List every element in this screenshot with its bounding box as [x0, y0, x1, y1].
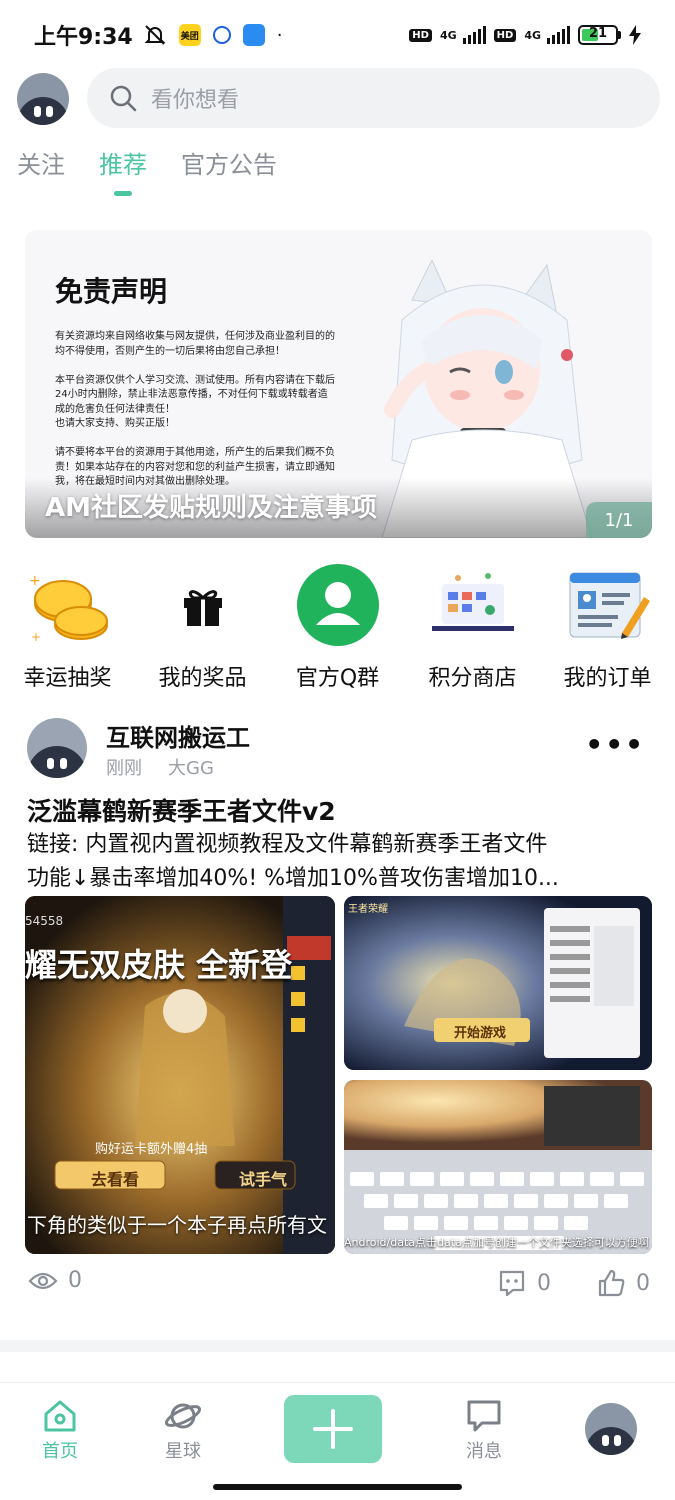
- image-gift-text: 购好运卡额外赠4抽: [95, 1142, 208, 1157]
- more-notifications-dot: ·: [276, 24, 283, 46]
- keyboard-screenshot-art: [344, 1080, 652, 1254]
- nav-label: 消息: [466, 1441, 502, 1462]
- post-time: 刚刚: [106, 758, 142, 779]
- thumbs-up-icon: [598, 1269, 625, 1297]
- nav-label: 星球: [165, 1441, 201, 1462]
- charging-icon: [629, 25, 641, 45]
- post-image-1[interactable]: 54558 耀无双皮肤 全新登 购好运卡额外赠4抽 去看看 试手气 下角的类似于…: [25, 896, 335, 1254]
- bell-muted-icon: [144, 25, 166, 45]
- planet-icon: [164, 1403, 202, 1429]
- signal-icon-2: [547, 26, 570, 44]
- app-notification-icon: [212, 26, 231, 44]
- image-caption: Android/data点击data点加号创建一个文件夹选择可以方便啊: [344, 1236, 649, 1249]
- quick-my-prizes[interactable]: 我的奖品: [135, 560, 270, 692]
- image-button-try: 试手气: [239, 1170, 288, 1189]
- post-meta: 刚刚 大GG: [106, 754, 214, 780]
- message-icon: [467, 1400, 501, 1432]
- views-stat: 0: [28, 1268, 82, 1293]
- plus-icon: [313, 1409, 353, 1449]
- tab-announcements[interactable]: 官方公告: [181, 145, 277, 192]
- search-icon: [110, 85, 137, 112]
- image-caption: 下角的类似于一个本子再点所有文: [27, 1213, 327, 1237]
- quick-label: 我的订单: [563, 666, 652, 691]
- start-game-button: 开始游戏: [454, 1026, 507, 1041]
- author-avatar[interactable]: [27, 718, 87, 778]
- quick-label: 我的奖品: [158, 666, 247, 691]
- quick-label: 幸运抽奖: [23, 666, 112, 691]
- post-title[interactable]: 泛滥幕鹤新赛季王者文件v2: [27, 792, 336, 828]
- disclaimer-body: 有关资源均来自网络收集与网友提供，任何涉及商业盈利目的的均不得使用，否则产生的一…: [55, 331, 335, 487]
- disclaimer-title: 免责声明: [55, 275, 168, 308]
- game-title: 王者荣耀: [348, 904, 388, 915]
- meituan-app-icon: 美团: [178, 24, 201, 46]
- quick-official-group[interactable]: 官方Q群: [270, 560, 405, 692]
- quick-lucky-draw[interactable]: + + 幸运抽奖: [0, 560, 135, 692]
- nav-home[interactable]: 首页: [20, 1399, 100, 1463]
- comments-count: 0: [537, 1270, 551, 1296]
- likes-count: 0: [636, 1270, 650, 1296]
- header: 看你想看: [0, 68, 675, 130]
- feed-divider: [0, 1340, 675, 1352]
- feed-tabs: 关注 推荐 官方公告: [17, 145, 277, 196]
- comment-icon: [499, 1270, 525, 1297]
- store-icon: [428, 560, 518, 650]
- nav-profile-avatar[interactable]: [585, 1403, 637, 1455]
- svg-text:+: +: [31, 630, 41, 644]
- post-body[interactable]: 链接: 内置视内置视频教程及文件幕鹤新赛季王者文件 功能↓暴击率增加40%! %…: [27, 828, 647, 896]
- post-image-2[interactable]: 王者荣耀 开始游戏: [344, 896, 652, 1070]
- quick-label: 积分商店: [428, 666, 517, 691]
- banner-caption: AM社区发贴规则及注意事项: [45, 493, 377, 523]
- image-banner-text: 耀无双皮肤 全新登: [25, 946, 293, 984]
- post-body-line: 功能↓暴击率增加40%! %增加10%普攻伤害增加10...: [27, 866, 559, 891]
- post-image-3[interactable]: Android/data点击data点加号创建一个文件夹选择可以方便啊: [344, 1080, 652, 1254]
- hd-badge-2: HD: [493, 28, 517, 42]
- banner-pager: 1/1: [586, 502, 652, 538]
- svg-text:+: +: [29, 573, 41, 589]
- home-icon: [44, 1400, 76, 1432]
- like-button[interactable]: 0: [596, 1268, 650, 1298]
- search-bar[interactable]: 看你想看: [87, 68, 660, 128]
- image-button-go: 去看看: [91, 1170, 140, 1189]
- quick-my-orders[interactable]: 我的订单: [540, 560, 675, 692]
- tab-follow[interactable]: 关注: [17, 145, 65, 192]
- comment-button[interactable]: 0: [497, 1268, 551, 1298]
- order-icon: [563, 560, 653, 650]
- nav-label: 首页: [42, 1441, 78, 1462]
- search-placeholder: 看你想看: [151, 88, 240, 113]
- app-notification-icon-2: [242, 24, 265, 46]
- nav-planet[interactable]: 星球: [143, 1399, 223, 1463]
- quick-points-store[interactable]: 积分商店: [405, 560, 540, 692]
- post-body-line: 链接: 内置视内置视频教程及文件幕鹤新赛季王者文件: [27, 832, 548, 857]
- gift-icon: [158, 560, 248, 650]
- eye-icon: [28, 1272, 58, 1289]
- network-type-2: 4G: [524, 28, 541, 42]
- more-options-icon[interactable]: •••: [585, 728, 645, 761]
- bottom-nav: 首页 星球 消息: [0, 1382, 675, 1500]
- create-post-button[interactable]: [284, 1395, 382, 1463]
- status-bar: 上午9:34 美团 · HD 4G HD 4G 21: [0, 0, 675, 70]
- post-stats: 0 0 0: [0, 1268, 675, 1308]
- group-user-icon: [293, 560, 383, 650]
- banner-carousel[interactable]: 免责声明 有关资源均来自网络收集与网友提供，任何涉及商业盈利目的的均不得使用，否…: [25, 230, 652, 538]
- score-value: 54558: [25, 914, 64, 928]
- author-level: 大GG: [168, 758, 214, 779]
- tab-recommend[interactable]: 推荐: [99, 145, 147, 196]
- game-screenshot-art: [344, 896, 652, 1070]
- home-indicator[interactable]: [213, 1484, 462, 1490]
- status-time: 上午9:34: [34, 25, 133, 50]
- nav-messages[interactable]: 消息: [444, 1399, 524, 1463]
- author-name[interactable]: 互联网搬运工: [106, 718, 250, 753]
- coins-icon: + +: [23, 560, 113, 650]
- quick-label: 官方Q群: [295, 666, 380, 691]
- network-type-1: 4G: [439, 28, 457, 42]
- views-count: 0: [68, 1268, 82, 1293]
- quick-entries: + + 幸运抽奖 我的奖品 官方Q群 积分商店 我的订单: [0, 560, 675, 692]
- battery-icon: 21: [578, 25, 621, 45]
- user-avatar[interactable]: [17, 73, 69, 125]
- signal-icon: [462, 26, 486, 44]
- hd-badge: HD: [409, 28, 432, 42]
